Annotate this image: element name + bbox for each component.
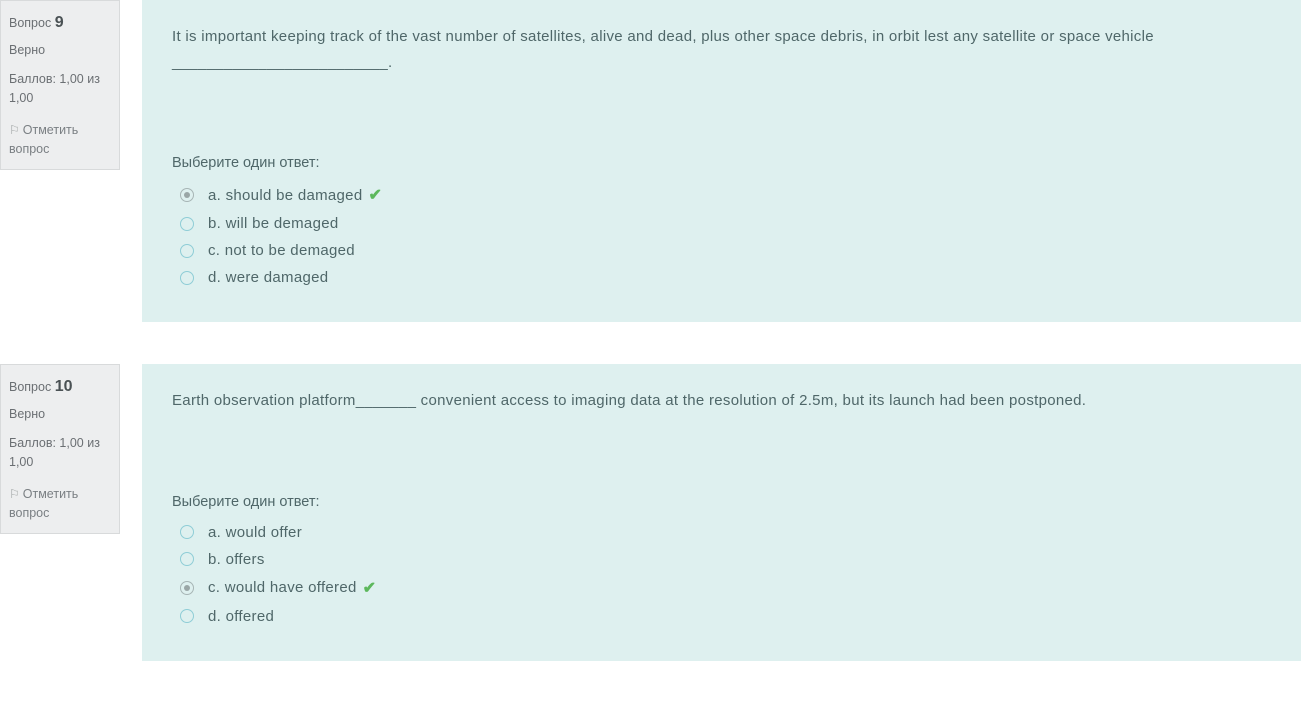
question-block: Вопрос 10 Верно Баллов: 1,00 из 1,00 ⚐От… <box>0 364 1309 661</box>
question-prefix: Вопрос <box>9 380 51 394</box>
answer-option[interactable]: a. should be damaged ✔ <box>172 185 1271 205</box>
question-score: Баллов: 1,00 из 1,00 <box>9 70 111 108</box>
question-text: Earth observation platform_______ conven… <box>172 388 1271 414</box>
question-prefix: Вопрос <box>9 16 51 30</box>
answer-text: a. should be damaged <box>208 187 362 204</box>
answer-option[interactable]: a. would offer <box>172 524 1271 541</box>
question-score: Баллов: 1,00 из 1,00 <box>9 434 111 472</box>
radio-icon <box>180 217 194 231</box>
question-number: 9 <box>55 14 64 31</box>
question-info-box: Вопрос 9 Верно Баллов: 1,00 из 1,00 ⚐Отм… <box>0 0 120 170</box>
radio-icon <box>180 552 194 566</box>
question-status: Верно <box>9 405 111 424</box>
radio-icon <box>180 244 194 258</box>
question-block: Вопрос 9 Верно Баллов: 1,00 из 1,00 ⚐Отм… <box>0 0 1309 322</box>
radio-icon <box>180 609 194 623</box>
checkmark-icon: ✔ <box>368 185 381 205</box>
answer-text: a. would offer <box>208 524 302 541</box>
answer-text: d. were damaged <box>208 269 328 286</box>
choose-prompt: Выберите один ответ: <box>172 494 1271 510</box>
answer-text: c. would have offered <box>208 579 357 596</box>
question-number-line: Вопрос 9 <box>9 11 111 35</box>
question-content: It is important keeping track of the vas… <box>142 0 1301 322</box>
radio-icon <box>180 271 194 285</box>
choose-prompt: Выберите один ответ: <box>172 155 1271 171</box>
answer-text: c. not to be demaged <box>208 242 355 259</box>
question-content: Earth observation platform_______ conven… <box>142 364 1301 661</box>
answer-option[interactable]: d. were damaged <box>172 269 1271 286</box>
radio-icon <box>180 525 194 539</box>
answer-option[interactable]: b. offers <box>172 551 1271 568</box>
flag-icon: ⚐ <box>9 485 20 503</box>
radio-icon <box>180 581 194 595</box>
answer-text: b. offers <box>208 551 265 568</box>
question-number: 10 <box>55 378 73 395</box>
checkmark-icon: ✔ <box>363 578 376 598</box>
answer-option[interactable]: c. not to be demaged <box>172 242 1271 259</box>
flag-icon: ⚐ <box>9 121 20 139</box>
answer-option[interactable]: d. offered <box>172 608 1271 625</box>
answer-text: b. will be demaged <box>208 215 339 232</box>
question-info-box: Вопрос 10 Верно Баллов: 1,00 из 1,00 ⚐От… <box>0 364 120 534</box>
flag-question-link[interactable]: ⚐Отметить вопрос <box>9 121 111 159</box>
answer-option[interactable]: b. will be demaged <box>172 215 1271 232</box>
answer-option[interactable]: c. would have offered ✔ <box>172 578 1271 598</box>
radio-icon <box>180 188 194 202</box>
flag-question-link[interactable]: ⚐Отметить вопрос <box>9 485 111 523</box>
question-text: It is important keeping track of the vas… <box>172 24 1271 75</box>
answer-text: d. offered <box>208 608 274 625</box>
question-status: Верно <box>9 41 111 60</box>
question-number-line: Вопрос 10 <box>9 375 111 399</box>
